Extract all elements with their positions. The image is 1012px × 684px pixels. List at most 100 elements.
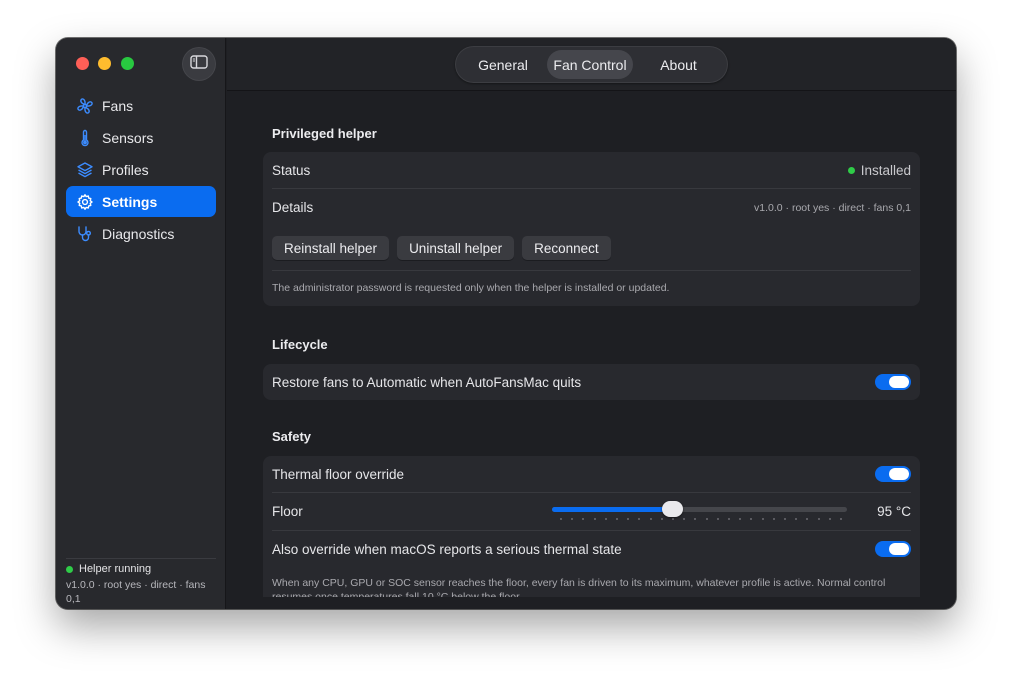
serious-state-row: Also override when macOS reports a serio… bbox=[272, 531, 911, 567]
sidebar-item-label: Diagnostics bbox=[102, 225, 175, 242]
privileged-helper-heading: Privileged helper bbox=[272, 126, 377, 141]
sidebar-toggle-button[interactable] bbox=[182, 47, 216, 81]
settings-content: Privileged helper Status Installed Detai… bbox=[227, 92, 956, 597]
helper-note: The administrator password is requested … bbox=[272, 282, 670, 294]
slider-tick bbox=[660, 518, 663, 520]
slider-tick bbox=[772, 518, 775, 520]
slider-tick bbox=[795, 518, 798, 520]
helper-status: Helper running bbox=[66, 563, 216, 575]
toggle-knob bbox=[889, 543, 909, 555]
slider-tick bbox=[694, 518, 697, 520]
toggle-knob bbox=[889, 468, 909, 480]
slider-tick bbox=[716, 518, 719, 520]
installed-dot-icon bbox=[847, 166, 855, 174]
tab-general[interactable]: General bbox=[459, 50, 547, 79]
sidebar-item-label: Profiles bbox=[102, 161, 149, 178]
slider-tick bbox=[604, 518, 607, 520]
status-row: Status Installed bbox=[272, 152, 911, 188]
sidebar-item-profiles[interactable]: Profiles bbox=[66, 154, 216, 185]
details-row: Details v1.0.0 · root yes · direct · fan… bbox=[272, 189, 911, 226]
helper-actions-row: Reinstall helper Uninstall helper Reconn… bbox=[272, 234, 911, 262]
fan-icon bbox=[75, 96, 95, 116]
close-window-button[interactable] bbox=[76, 57, 89, 70]
sidebar-item-label: Fans bbox=[102, 97, 134, 114]
safety-note: When any CPU, GPU or SOC sensor reaches … bbox=[272, 577, 886, 597]
slider-tick bbox=[649, 518, 652, 520]
minimize-window-button[interactable] bbox=[98, 57, 111, 70]
lifecycle-heading: Lifecycle bbox=[272, 337, 328, 352]
serious-state-label: Also override when macOS reports a serio… bbox=[272, 541, 622, 557]
thermometer-icon bbox=[75, 128, 95, 148]
privileged-helper-card: Status Installed Details v1.0.0 · root y… bbox=[263, 152, 920, 306]
thermal-floor-row: Thermal floor override bbox=[272, 456, 911, 492]
uninstall-helper-button[interactable]: Uninstall helper bbox=[397, 236, 515, 260]
helper-details-text: v1.0.0 · root yes · direct · fans 0,1 bbox=[66, 579, 206, 605]
tab-about[interactable]: About bbox=[633, 50, 724, 79]
sidebar-item-label: Settings bbox=[102, 193, 158, 210]
layers-icon bbox=[75, 160, 95, 180]
details-value: v1.0.0 · root yes · direct · fans 0,1 bbox=[754, 201, 911, 214]
floor-slider[interactable] bbox=[552, 497, 847, 527]
slider-tick bbox=[638, 518, 641, 520]
slider-tick bbox=[750, 518, 753, 520]
app-window: Fans Sensors Profiles Settings Diagnosti… bbox=[56, 38, 956, 609]
reconnect-button[interactable]: Reconnect bbox=[522, 236, 611, 260]
restore-fans-toggle[interactable] bbox=[875, 374, 911, 390]
slider-tick bbox=[616, 518, 618, 520]
floor-value: 95 °C bbox=[877, 504, 911, 519]
sidebar: Fans Sensors Profiles Settings Diagnosti… bbox=[56, 38, 226, 609]
slider-tick bbox=[627, 518, 630, 520]
sidebar-item-sensors[interactable]: Sensors bbox=[66, 122, 216, 153]
tab-bar: General Fan Control About bbox=[455, 46, 728, 83]
slider-tick bbox=[705, 518, 708, 520]
helper-status-text: Helper running bbox=[79, 563, 152, 575]
slider-tick bbox=[571, 518, 574, 520]
slider-tick bbox=[560, 518, 562, 520]
slider-tick bbox=[593, 518, 596, 520]
slider-thumb[interactable] bbox=[662, 501, 684, 517]
floor-label: Floor bbox=[272, 504, 303, 519]
slider-tick bbox=[683, 518, 686, 520]
thermal-floor-toggle[interactable] bbox=[875, 466, 911, 482]
safety-heading: Safety bbox=[272, 429, 312, 444]
restore-fans-row: Restore fans to Automatic when AutoFansM… bbox=[272, 364, 911, 400]
helper-note-row: The administrator password is requested … bbox=[272, 271, 911, 305]
gear-icon bbox=[75, 192, 95, 212]
status-value-text: Installed bbox=[860, 162, 911, 178]
status-label: Status bbox=[272, 162, 311, 178]
slider-track bbox=[552, 507, 847, 512]
tab-fan-control[interactable]: Fan Control bbox=[547, 50, 633, 79]
status-value: Installed bbox=[847, 162, 911, 178]
slider-tick bbox=[817, 518, 820, 520]
main-panel: General Fan Control About Privileged hel… bbox=[227, 38, 956, 609]
zoom-window-button[interactable] bbox=[121, 57, 134, 70]
toggle-knob bbox=[889, 376, 909, 388]
slider-tick bbox=[672, 518, 674, 520]
slider-ticks bbox=[560, 518, 842, 521]
floor-row: Floor 95 °C bbox=[272, 493, 911, 530]
reinstall-helper-button[interactable]: Reinstall helper bbox=[272, 236, 390, 260]
lifecycle-card: Restore fans to Automatic when AutoFansM… bbox=[263, 364, 920, 400]
slider-tick bbox=[840, 518, 842, 520]
slider-tick bbox=[761, 518, 764, 520]
slider-tick bbox=[806, 518, 809, 520]
sidebar-item-fans[interactable]: Fans bbox=[66, 90, 216, 121]
slider-tick bbox=[828, 518, 831, 520]
status-dot-icon bbox=[66, 565, 73, 573]
helper-status-footer: Helper running v1.0.0 · root yes · direc… bbox=[66, 558, 216, 606]
slider-tick bbox=[728, 518, 730, 520]
details-label: Details bbox=[272, 200, 314, 215]
sidebar-nav: Fans Sensors Profiles Settings Diagnosti… bbox=[66, 90, 216, 250]
thermal-floor-label: Thermal floor override bbox=[272, 466, 405, 482]
slider-tick bbox=[784, 518, 786, 520]
sidebar-item-settings[interactable]: Settings bbox=[66, 186, 216, 217]
restore-fans-label: Restore fans to Automatic when AutoFansM… bbox=[272, 374, 582, 390]
stethoscope-icon bbox=[75, 224, 95, 244]
slider-fill bbox=[552, 507, 673, 512]
slider-tick bbox=[582, 518, 585, 520]
serious-state-toggle[interactable] bbox=[875, 541, 911, 557]
sidebar-icon bbox=[190, 54, 208, 74]
sidebar-item-label: Sensors bbox=[102, 129, 154, 146]
sidebar-item-diagnostics[interactable]: Diagnostics bbox=[66, 218, 216, 249]
toolbar: General Fan Control About bbox=[227, 38, 956, 91]
